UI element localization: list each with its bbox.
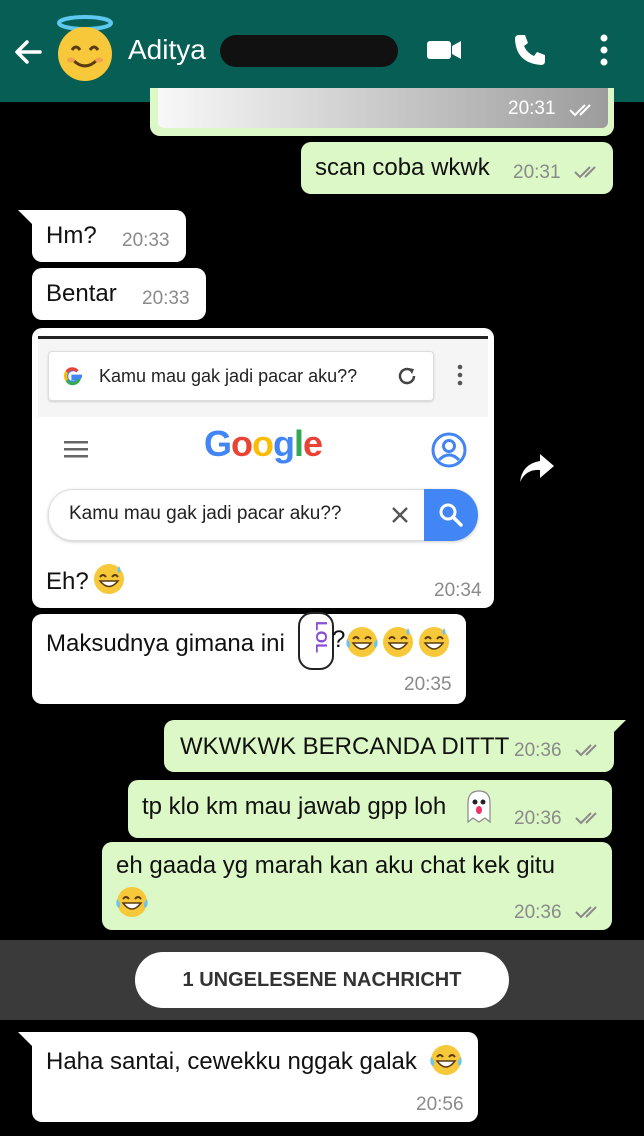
outgoing-message[interactable]: tp klo km mau jawab gpp loh 20:36 (128, 780, 612, 838)
url-text: Kamu mau gak jadi pacar aku?? (99, 366, 358, 386)
video-call-icon[interactable] (424, 30, 464, 70)
double-check-icon (575, 812, 597, 825)
message-text: Hm? (46, 222, 97, 249)
double-check-icon (569, 104, 591, 117)
message-text: Maksudnya gimana ini (46, 630, 285, 657)
clear-icon (392, 507, 408, 523)
outgoing-message[interactable]: WKWKWK BERCANDA DITTT 20:36 (164, 720, 614, 772)
forward-icon[interactable] (516, 448, 556, 488)
reload-icon (398, 367, 416, 385)
incoming-message[interactable]: Haha santai, cewekku nggak galak 20:56 (32, 1032, 478, 1122)
incoming-message[interactable]: Hm? 20:33 (32, 210, 186, 262)
contact-name[interactable]: Aditya (128, 34, 206, 66)
ghost-emoji (467, 790, 491, 824)
message-time: 20:56 (416, 1094, 464, 1115)
outgoing-message[interactable]: eh gaada yg marah kan aku chat kek gitu … (102, 842, 612, 930)
google-logo: Google (204, 423, 323, 464)
search-query: Kamu mau gak jadi pacar aku?? (69, 503, 342, 524)
message-time: 20:36 (514, 808, 562, 829)
message-time: 20:31 (513, 162, 561, 183)
hamburger-menu-icon (64, 441, 88, 458)
redacted-name (220, 35, 398, 67)
image-content[interactable]: Kamu mau gak jadi pacar aku?? Google Kam… (38, 336, 488, 553)
incoming-message[interactable]: Bentar 20:33 (32, 268, 206, 320)
more-vertical-icon (457, 364, 463, 386)
search-icon (439, 503, 463, 527)
search-button (424, 489, 478, 541)
message-text: WKWKWK BERCANDA DITTT (180, 733, 510, 760)
message-time: 20:36 (514, 902, 562, 923)
outgoing-message[interactable]: scan coba wkwk 20:31 (301, 142, 613, 194)
double-check-icon (575, 906, 597, 919)
outgoing-image-message[interactable]: 20:31 (150, 88, 614, 136)
phone-icon[interactable] (510, 30, 550, 70)
unread-messages-badge: 1 UNGELESENE NACHRICHT (135, 952, 509, 1008)
message-text: tp klo km mau jawab gpp loh (142, 793, 447, 820)
tears-of-joy-emoji (346, 627, 449, 657)
message-time: 20:35 (404, 674, 452, 695)
grinning-sweat-emoji (94, 564, 124, 594)
google-search-box: Kamu mau gak jadi pacar aku?? (48, 489, 478, 541)
message-text: Haha santai, cewekku nggak galak (46, 1048, 417, 1075)
lol-sticker: LOL (298, 612, 334, 670)
bubble-tail (18, 1032, 32, 1046)
bubble-tail (18, 210, 32, 224)
double-check-icon (575, 744, 597, 757)
message-text: Eh? (46, 568, 89, 595)
bubble-tail (612, 720, 626, 734)
message-time: 20:31 (508, 98, 556, 119)
tears-of-joy-emoji (430, 1045, 462, 1075)
avatar[interactable] (50, 14, 120, 84)
back-arrow-icon[interactable] (10, 34, 46, 70)
account-icon (431, 432, 467, 468)
browser-url-bar: Kamu mau gak jadi pacar aku?? (48, 351, 434, 401)
google-page: Google Kamu mau gak jadi pacar aku?? (38, 417, 488, 553)
unread-label: 1 UNGELESENE NACHRICHT (182, 969, 462, 991)
message-text: Bentar (46, 280, 117, 307)
double-check-icon (574, 166, 596, 179)
message-text: scan coba wkwk (315, 154, 490, 181)
chat-header: Aditya (0, 0, 644, 102)
message-time: 20:34 (434, 580, 482, 601)
message-text: eh gaada yg marah kan aku chat kek gitu (116, 852, 555, 879)
message-time: 20:33 (122, 230, 170, 251)
google-g-icon (63, 367, 82, 386)
more-vertical-icon[interactable] (594, 30, 614, 70)
message-time: 20:36 (514, 740, 562, 761)
tears-of-joy-emoji (116, 887, 148, 917)
sticker-text: LOL (312, 621, 329, 653)
message-time: 20:33 (142, 288, 190, 309)
